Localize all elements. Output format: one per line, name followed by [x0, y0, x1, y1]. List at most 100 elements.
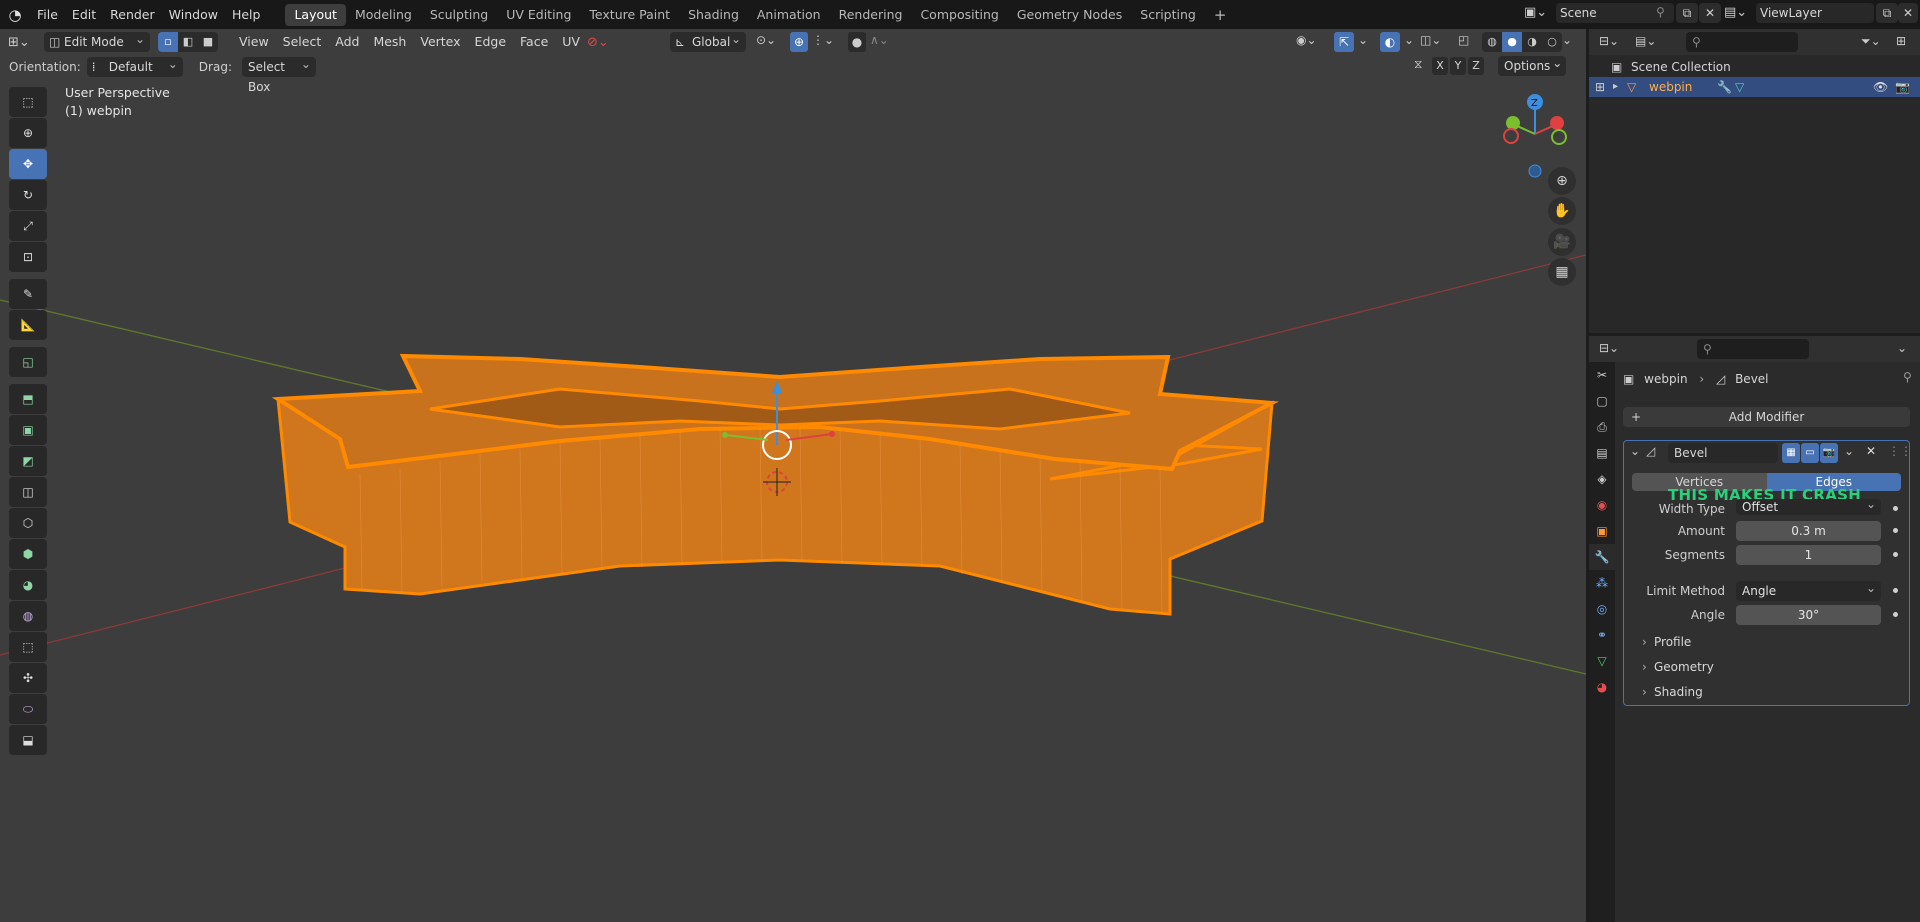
annotate-tool[interactable]: ✎	[9, 279, 47, 309]
new-collection-icon[interactable]: ⊞	[1896, 34, 1906, 48]
inset-tool[interactable]: ▣	[9, 415, 47, 445]
edge-slide-tool[interactable]: ⬚	[9, 632, 47, 662]
menu-uv[interactable]: UV	[555, 32, 587, 52]
menu-file[interactable]: File	[30, 4, 65, 26]
zoom-icon[interactable]: ⊕	[1548, 167, 1576, 195]
loop-cut-tool[interactable]: ◫	[9, 477, 47, 507]
extrude-tool[interactable]: ⬒	[9, 384, 47, 414]
tab-geometry-nodes[interactable]: Geometry Nodes	[1008, 4, 1131, 26]
tab-texture-paint[interactable]: Texture Paint	[580, 4, 679, 26]
render-camera-icon[interactable]: 📷	[1895, 77, 1910, 97]
properties-editor-icon[interactable]: ⊟⌄	[1599, 341, 1619, 355]
world-tab[interactable]: ◉	[1589, 492, 1615, 518]
menu-help[interactable]: Help	[225, 4, 268, 26]
menu-face[interactable]: Face	[513, 32, 555, 52]
mode-selector[interactable]: ◫ Edit Mode	[44, 29, 150, 52]
camera-view-icon[interactable]: 🎥	[1548, 228, 1576, 256]
proportional-edit-icon[interactable]: ●	[848, 32, 866, 52]
data-tab[interactable]: ▽	[1589, 648, 1615, 674]
menu-render[interactable]: Render	[103, 4, 162, 26]
properties-search-input[interactable]: ⚲	[1697, 339, 1809, 359]
snap-icon[interactable]: ⊕	[790, 32, 808, 52]
drag-dropdown[interactable]: Select Box	[241, 54, 316, 94]
amount-field[interactable]: 0.3 m	[1736, 521, 1881, 541]
blender-logo-icon[interactable]: ◔	[0, 6, 30, 24]
knife-tool[interactable]: ⬡	[9, 508, 47, 538]
filter-icon[interactable]: ⏷⌄	[1861, 34, 1881, 49]
output-tab[interactable]: ⎙	[1589, 414, 1615, 440]
pivot-icon[interactable]: ⊙⌄	[756, 33, 776, 47]
overlay-dropdown-icon[interactable]: ⌄	[1404, 33, 1414, 47]
pan-hand-icon[interactable]: ✋	[1548, 197, 1576, 225]
add-workspace-button[interactable]: +	[1205, 4, 1236, 26]
width-type-keyframe-icon[interactable]	[1893, 506, 1898, 511]
edge-select-icon[interactable]: ◧	[178, 32, 198, 52]
segments-field[interactable]: 1	[1736, 545, 1881, 565]
overlay-toggle-icon[interactable]: ◐	[1380, 32, 1400, 52]
tab-modeling[interactable]: Modeling	[346, 4, 421, 26]
shrink-fatten-tool[interactable]: ✣	[9, 663, 47, 693]
mirror-x-toggle[interactable]: X	[1432, 57, 1448, 75]
view-layer-icon[interactable]: ▤⌄	[1724, 5, 1747, 20]
expand-arrow-icon[interactable]: ▸	[1613, 77, 1618, 97]
tab-layout[interactable]: Layout	[285, 3, 346, 26]
menu-view[interactable]: View	[232, 32, 276, 52]
add-cube-tool[interactable]: ◱	[9, 347, 47, 377]
shear-tool[interactable]: ⬭	[9, 694, 47, 724]
3d-viewport[interactable]: ⊞⌄ ◫ Edit Mode ▫ ◧ ■ View Select Add Mes…	[0, 29, 1586, 922]
gizmo-toggle-icon[interactable]: ⇱	[1334, 32, 1354, 52]
limit-method-keyframe-icon[interactable]	[1893, 588, 1898, 593]
width-type-dropdown[interactable]: Offset	[1736, 496, 1881, 515]
bevel-tool[interactable]: ◩	[9, 446, 47, 476]
outliner-editor-icon[interactable]: ⊟⌄	[1599, 34, 1619, 48]
shading-mode-toggle[interactable]: ◍ ● ◑ ○	[1482, 32, 1562, 52]
falloff-icon[interactable]: ∧⌄	[870, 33, 889, 47]
cursor-tool[interactable]: ⊕	[9, 118, 47, 148]
tab-shading[interactable]: Shading	[679, 4, 748, 26]
pin-properties-icon[interactable]: ⚲	[1903, 370, 1912, 384]
perspective-grid-icon[interactable]: ▦	[1548, 258, 1576, 286]
rip-region-tool[interactable]: ⬓	[9, 725, 47, 755]
delete-scene-button[interactable]: ✕	[1699, 3, 1721, 23]
tab-compositing[interactable]: Compositing	[911, 4, 1007, 26]
select-toggle-icon[interactable]: ⊞	[1595, 77, 1605, 97]
view-layer-tab[interactable]: ▤	[1589, 440, 1615, 466]
transform-tool[interactable]: ⊡	[9, 242, 47, 272]
new-view-layer-button[interactable]: ⧉	[1876, 3, 1898, 23]
scene-tab[interactable]: ◈	[1589, 466, 1615, 492]
viewport-display-toggle-icon[interactable]: ▭	[1801, 443, 1819, 463]
visibility-icon[interactable]: ◉⌄	[1296, 33, 1317, 47]
solid-shading-icon[interactable]: ●	[1502, 32, 1522, 52]
smooth-tool[interactable]: ◍	[9, 601, 47, 631]
outliner-search-input[interactable]: ⚲	[1686, 32, 1798, 52]
scene-selector-icon[interactable]: ▣⌄	[1524, 5, 1547, 20]
viewport-scene[interactable]	[0, 29, 1586, 922]
shading-subpanel[interactable]: › Shading	[1624, 681, 1911, 703]
face-select-icon[interactable]: ■	[198, 32, 218, 52]
add-modifier-button[interactable]: + Add Modifier	[1623, 407, 1910, 427]
delete-view-layer-button[interactable]: ✕	[1898, 3, 1918, 23]
remove-modifier-icon[interactable]: ✕	[1866, 444, 1876, 458]
menu-vertex[interactable]: Vertex	[413, 32, 467, 52]
move-tool[interactable]: ✥	[9, 149, 47, 179]
tab-rendering[interactable]: Rendering	[830, 4, 912, 26]
xray-toggle-icon[interactable]: ◰	[1458, 33, 1469, 47]
vertex-select-icon[interactable]: ▫	[158, 32, 178, 52]
mirror-y-toggle[interactable]: Y	[1450, 57, 1466, 75]
modifier-menu-chevron-icon[interactable]: ⌄	[1844, 444, 1854, 458]
mesh-edit-overlay-icon[interactable]: ◫⌄	[1420, 33, 1441, 47]
display-mode-icon[interactable]: ▤⌄	[1635, 34, 1656, 48]
tool-tab[interactable]: ✂	[1589, 362, 1615, 388]
rendered-shading-icon[interactable]: ○	[1542, 32, 1562, 52]
uv-sync-icon[interactable]: ⊘⌄	[587, 35, 617, 50]
pin-icon[interactable]: ⚲	[1656, 5, 1665, 19]
menu-edit[interactable]: Edit	[65, 4, 103, 26]
collapse-chevron-icon[interactable]: ⌄	[1630, 444, 1640, 458]
menu-edge[interactable]: Edge	[468, 32, 513, 52]
edit-mode-toggle-icon[interactable]: ▦	[1782, 443, 1800, 463]
scene-collection-row[interactable]: ▣ Scene Collection	[1589, 57, 1920, 77]
render-toggle-icon[interactable]: 📷	[1820, 443, 1838, 463]
physics-tab[interactable]: ◎	[1589, 596, 1615, 622]
profile-subpanel[interactable]: › Profile	[1624, 631, 1911, 653]
menu-add[interactable]: Add	[328, 32, 366, 52]
